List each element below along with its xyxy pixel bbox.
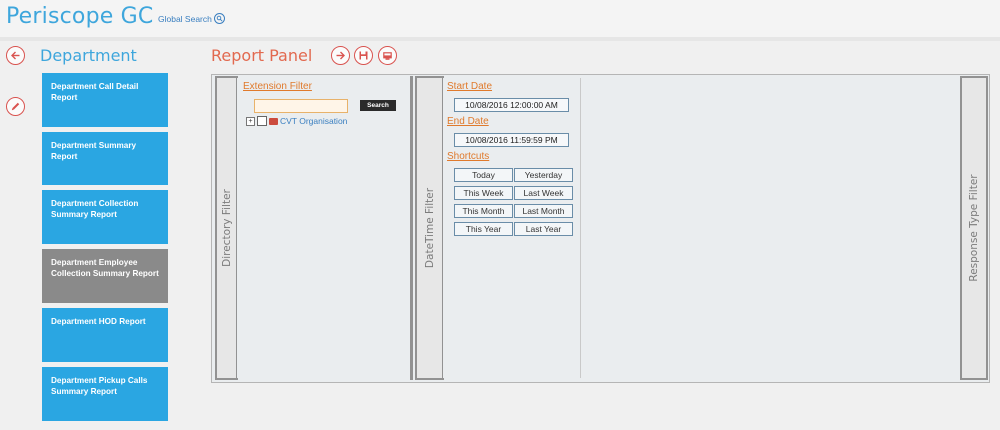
tree-checkbox[interactable]: [257, 116, 267, 126]
global-search-link[interactable]: Global Search: [158, 13, 225, 24]
export-button[interactable]: [378, 46, 397, 65]
shortcut-last-month-button[interactable]: Last Month: [514, 204, 573, 218]
back-button[interactable]: [6, 46, 25, 65]
extension-search-input[interactable]: [254, 99, 348, 113]
directory-filter-tab-label: Directory Filter: [220, 189, 233, 267]
panel-divider: [410, 76, 413, 380]
end-date-label[interactable]: End Date: [447, 116, 489, 127]
shortcut-last-week-button[interactable]: Last Week: [514, 186, 573, 200]
run-report-button[interactable]: [331, 46, 350, 65]
directory-filter-tab[interactable]: Directory Filter: [217, 78, 236, 378]
report-tile-pickup-calls-summary[interactable]: Department Pickup Calls Summary Report: [42, 367, 168, 421]
shortcut-last-year-button[interactable]: Last Year: [514, 222, 573, 236]
global-search-label: Global Search: [158, 13, 212, 24]
shortcut-today-button[interactable]: Today: [454, 168, 513, 182]
arrow-right-icon: [336, 51, 345, 60]
export-icon: [383, 52, 392, 60]
edit-button[interactable]: [6, 97, 25, 116]
start-date-input[interactable]: 10/08/2016 12:00:00 AM: [454, 98, 569, 112]
app-title: Periscope GC: [6, 4, 154, 29]
end-date-input[interactable]: 10/08/2016 11:59:59 PM: [454, 133, 569, 147]
report-tile-collection-summary[interactable]: Department Collection Summary Report: [42, 190, 168, 244]
report-tile-summary[interactable]: Department Summary Report: [42, 132, 168, 185]
search-icon: [213, 13, 225, 24]
folder-icon: [269, 117, 278, 125]
shortcut-this-month-button[interactable]: This Month: [454, 204, 513, 218]
shortcut-this-week-button[interactable]: This Week: [454, 186, 513, 200]
report-tile-employee-collection-summary[interactable]: Department Employee Collection Summary R…: [42, 249, 168, 303]
start-date-label[interactable]: Start Date: [447, 81, 492, 92]
floppy-disk-icon: [359, 51, 368, 60]
response-type-filter-tab-label: Response Type Filter: [968, 174, 980, 282]
shortcuts-label: Shortcuts: [447, 151, 490, 162]
save-button[interactable]: [354, 46, 373, 65]
datetime-filter-tab[interactable]: DateTime Filter: [417, 78, 442, 378]
tree-node-label[interactable]: CVT Organisation: [280, 116, 347, 126]
report-tile-hod[interactable]: Department HOD Report: [42, 308, 168, 362]
extension-filter-label[interactable]: Extension Filter: [243, 81, 312, 92]
arrow-left-icon: [11, 51, 20, 60]
shortcut-yesterday-button[interactable]: Yesterday: [514, 168, 573, 182]
pencil-icon: [11, 102, 20, 111]
department-section-title: Department: [40, 46, 137, 65]
datetime-filter-tab-label: DateTime Filter: [423, 187, 436, 269]
report-list: Department Call Detail Report Department…: [42, 73, 168, 426]
tree-node-cvt-organisation: + CVT Organisation: [246, 116, 347, 126]
search-button[interactable]: Search: [360, 100, 396, 111]
report-panel-title: Report Panel: [211, 46, 313, 65]
report-tile-call-detail[interactable]: Department Call Detail Report: [42, 73, 168, 127]
datetime-empty-area: [581, 78, 960, 378]
expand-icon[interactable]: +: [246, 116, 255, 126]
top-bar: Periscope GC Global Search: [0, 0, 1000, 41]
shortcut-this-year-button[interactable]: This Year: [454, 222, 513, 236]
response-type-filter-tab[interactable]: Response Type Filter: [962, 78, 986, 378]
